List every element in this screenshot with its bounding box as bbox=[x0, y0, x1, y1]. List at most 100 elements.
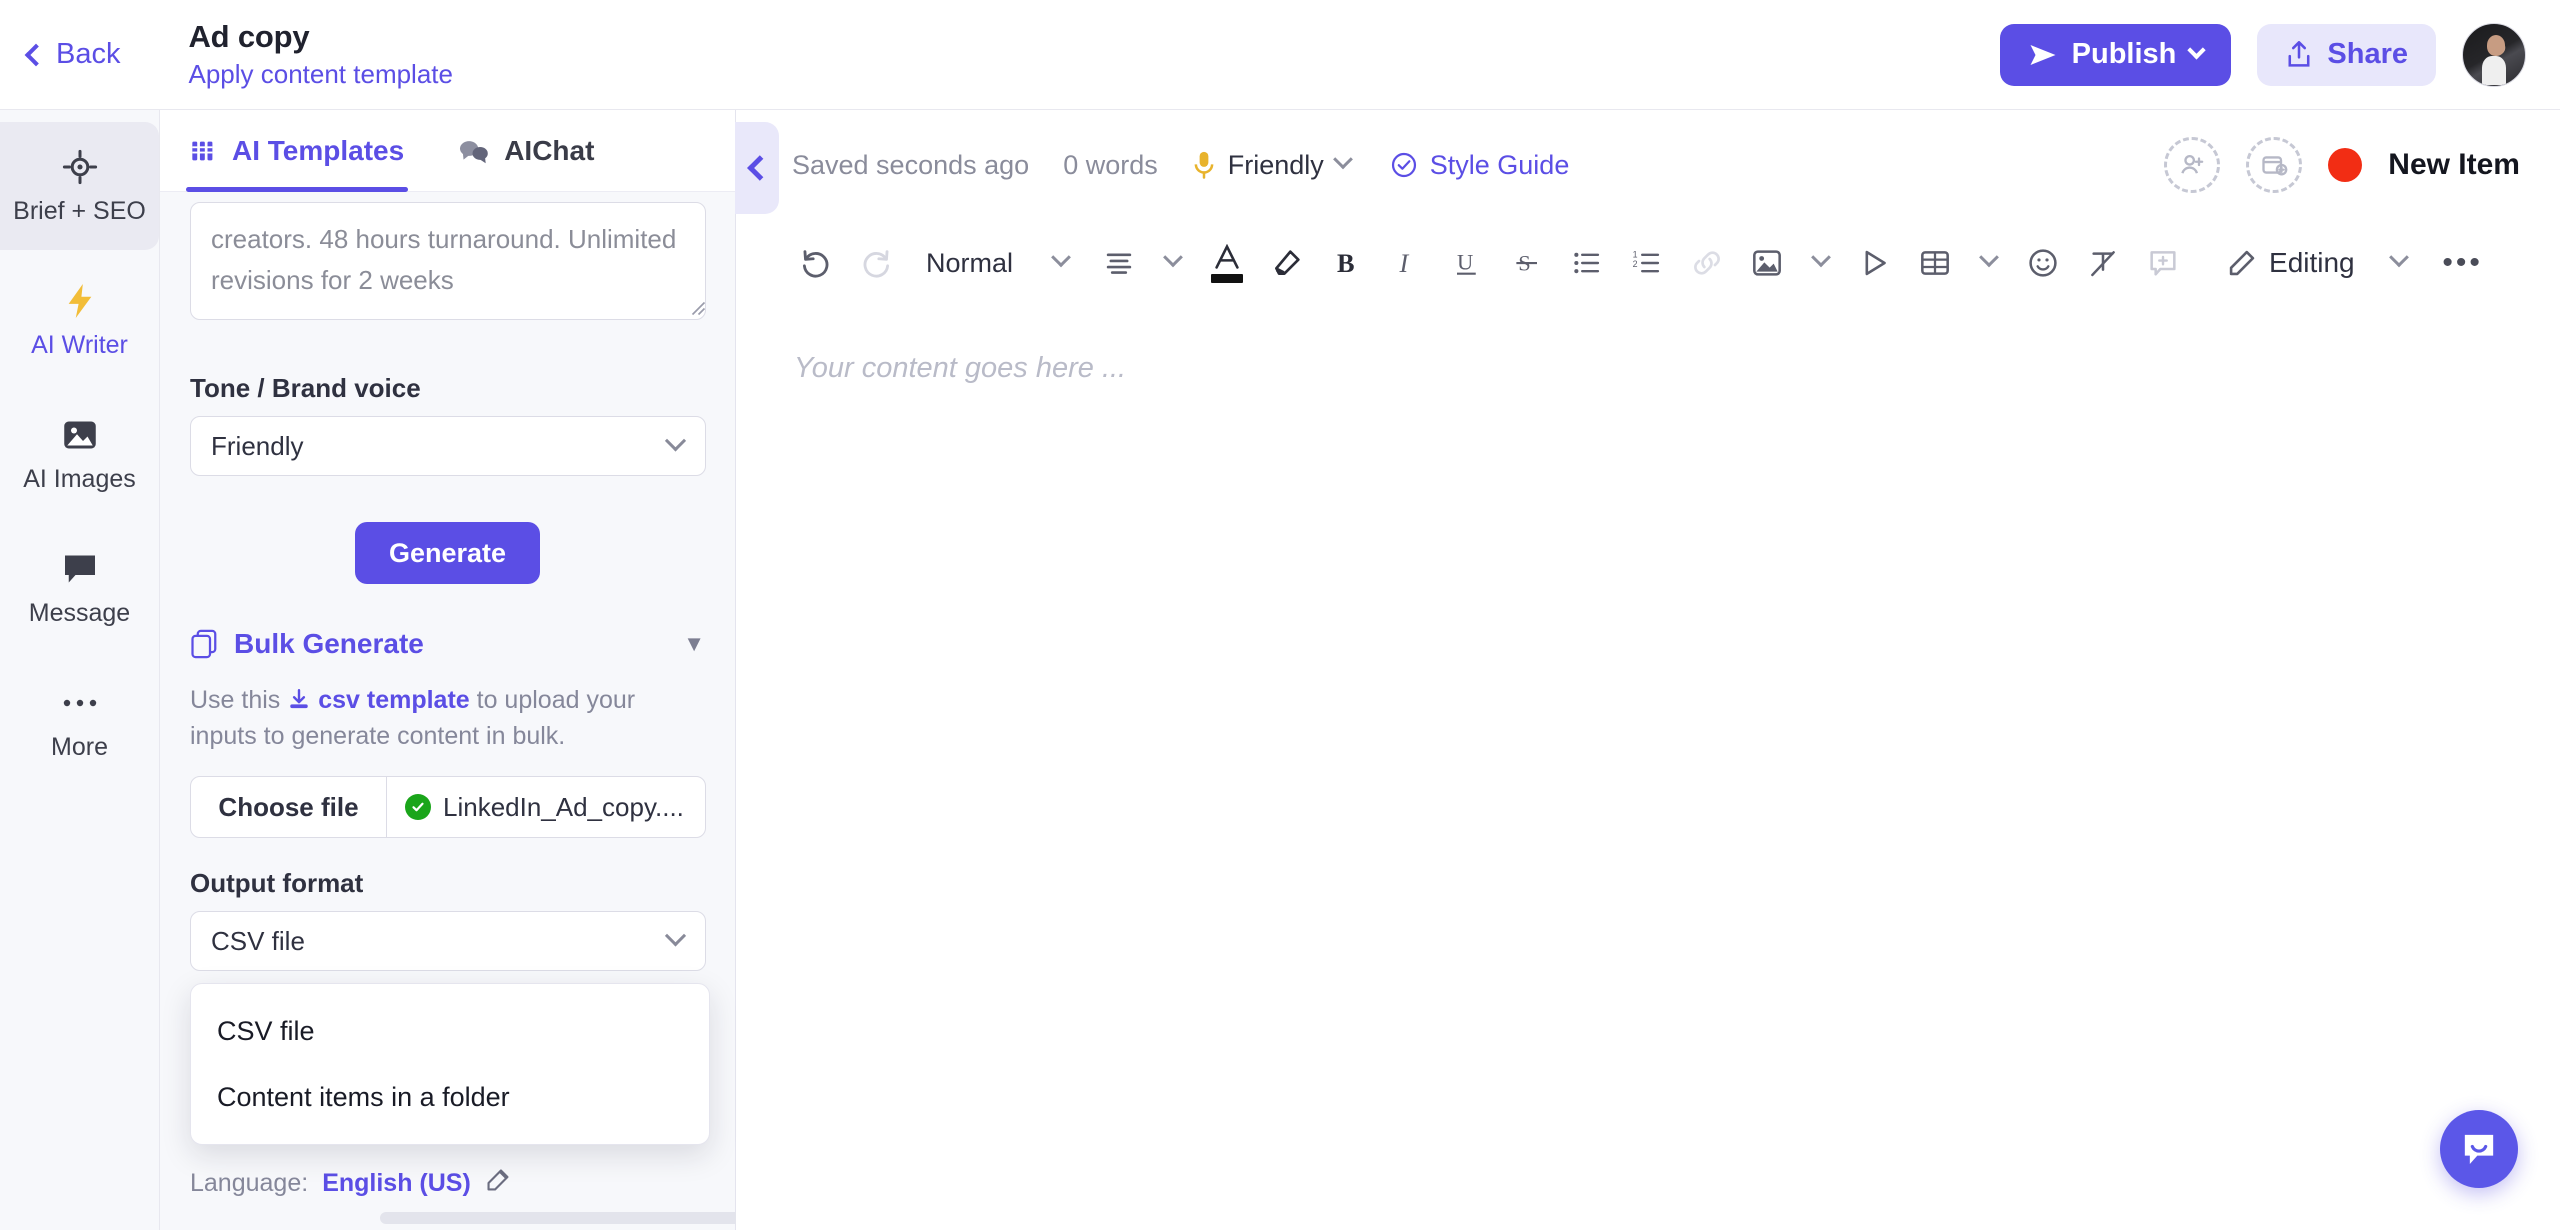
chevron-down-icon bbox=[664, 924, 687, 946]
back-label: Back bbox=[56, 38, 121, 70]
style-guide-button[interactable]: Style Guide bbox=[1390, 150, 1569, 181]
output-format-select[interactable]: CSV file bbox=[190, 911, 706, 971]
insert-image-button[interactable] bbox=[1737, 233, 1797, 293]
sidebar-item-label: More bbox=[51, 732, 108, 761]
file-name-label: LinkedIn_Ad_copy.... bbox=[443, 791, 684, 822]
bold-button[interactable]: B bbox=[1317, 233, 1377, 293]
editor-tone-selector[interactable]: Friendly bbox=[1192, 149, 1353, 181]
editing-label: Editing bbox=[2269, 247, 2355, 278]
ellipsis-icon bbox=[60, 683, 100, 723]
send-icon bbox=[2030, 44, 2056, 65]
align-chevron[interactable] bbox=[1149, 233, 1197, 293]
chevron-down-icon bbox=[2187, 41, 2207, 60]
download-icon bbox=[287, 686, 318, 714]
underline-button[interactable]: U bbox=[1437, 233, 1497, 293]
generate-row: Generate bbox=[190, 522, 705, 584]
emoji-button[interactable] bbox=[2013, 233, 2073, 293]
highlight-button[interactable] bbox=[1257, 233, 1317, 293]
dropdown-option-csv-file[interactable]: CSV file bbox=[191, 998, 709, 1064]
comment-icon bbox=[2150, 251, 2176, 276]
sidebar-item-ai-images[interactable]: AI Images bbox=[0, 390, 159, 518]
numbered-list-button[interactable]: 1 2 bbox=[1617, 233, 1677, 293]
chevron-left-icon bbox=[24, 43, 48, 66]
add-person-icon bbox=[2181, 154, 2204, 174]
table-chevron[interactable] bbox=[1965, 233, 2013, 293]
invite-collaborator-button[interactable] bbox=[2164, 137, 2221, 193]
output-format-value: CSV file bbox=[211, 925, 305, 956]
microphone-icon bbox=[1194, 151, 1214, 179]
add-comment-button[interactable] bbox=[2133, 233, 2193, 293]
bulk-help-before: Use this bbox=[190, 686, 281, 714]
redo-button[interactable] bbox=[846, 233, 906, 293]
paragraph-style-select[interactable]: Normal bbox=[906, 233, 1033, 293]
link-button[interactable] bbox=[1677, 233, 1737, 293]
sidebar-item-label: AI Writer bbox=[31, 330, 128, 359]
toolbar-more-button[interactable]: ••• bbox=[2431, 233, 2495, 293]
panel-tab-bar: AI Templates AIChat bbox=[160, 110, 779, 214]
share-button[interactable]: Share bbox=[2257, 23, 2436, 86]
schedule-button[interactable] bbox=[2246, 137, 2303, 193]
undo-button[interactable] bbox=[786, 233, 846, 293]
bullet-list-button[interactable] bbox=[1557, 233, 1617, 293]
editor-canvas[interactable]: Your content goes here ... bbox=[736, 306, 2560, 385]
tone-value: Friendly bbox=[211, 430, 304, 461]
sidebar-item-ai-writer[interactable]: AI Writer bbox=[0, 256, 159, 384]
svg-text:2: 2 bbox=[1633, 259, 1638, 269]
back-button[interactable]: Back bbox=[24, 38, 121, 71]
chevron-down-icon bbox=[1051, 247, 1071, 268]
italic-button[interactable]: I bbox=[1377, 233, 1437, 293]
edit-pencil-icon[interactable] bbox=[485, 1167, 511, 1200]
link-icon bbox=[1694, 251, 1720, 275]
svg-text:I: I bbox=[1399, 249, 1410, 278]
italic-icon: I bbox=[1399, 249, 1410, 278]
sidebar-item-message[interactable]: Message bbox=[0, 524, 159, 652]
language-value[interactable]: English (US) bbox=[322, 1169, 471, 1198]
chevron-down-icon bbox=[1163, 247, 1183, 268]
tab-ai-templates[interactable]: AI Templates bbox=[185, 110, 409, 192]
tone-label: Tone / Brand voice bbox=[190, 373, 421, 403]
table-icon bbox=[1921, 251, 1949, 275]
strikethrough-button[interactable]: S bbox=[1497, 233, 1557, 293]
bulk-generate-header[interactable]: Bulk Generate ▼ bbox=[190, 628, 705, 660]
tab-aichat[interactable]: AIChat bbox=[458, 110, 594, 192]
collapse-panel-button[interactable] bbox=[735, 122, 779, 214]
publish-label: Publish bbox=[2071, 38, 2177, 70]
formatting-toolbar: Normal B I U S 1 2 Editing ••• bbox=[736, 220, 2560, 306]
dropdown-option-content-items-folder[interactable]: Content items in a folder bbox=[191, 1064, 709, 1130]
share-label: Share bbox=[2327, 38, 2408, 70]
sidebar-item-brief-seo[interactable]: Brief + SEO bbox=[0, 122, 159, 250]
highlight-icon bbox=[1275, 250, 1300, 275]
sidebar-item-more[interactable]: More bbox=[0, 658, 159, 786]
title-block: Ad copy Apply content template bbox=[188, 19, 453, 90]
editing-mode-chevron[interactable] bbox=[2367, 233, 2431, 293]
apply-content-template-link[interactable]: Apply content template bbox=[188, 59, 453, 90]
image-chevron[interactable] bbox=[1797, 233, 1845, 293]
editing-mode-button[interactable]: Editing bbox=[2215, 247, 2367, 279]
paragraph-style-chevron[interactable] bbox=[1033, 233, 1089, 293]
publish-button[interactable]: Publish bbox=[1999, 23, 2232, 86]
csv-template-link[interactable]: csv template bbox=[318, 686, 469, 714]
svg-text:B: B bbox=[1337, 249, 1355, 278]
emoji-icon bbox=[2029, 249, 2057, 277]
undo-icon bbox=[802, 250, 829, 278]
insert-table-button[interactable] bbox=[1905, 233, 1965, 293]
resize-grip-icon[interactable] bbox=[688, 298, 706, 316]
chat-bubble-icon bbox=[60, 549, 100, 589]
prompt-textarea[interactable]: creators. 48 hours turnaround. Unlimited… bbox=[190, 202, 706, 320]
align-button[interactable] bbox=[1089, 233, 1149, 293]
text-color-button[interactable] bbox=[1197, 233, 1257, 293]
record-indicator[interactable] bbox=[2328, 148, 2363, 182]
insert-video-button[interactable] bbox=[1845, 233, 1905, 293]
redo-icon bbox=[863, 250, 890, 278]
choose-file-button[interactable]: Choose file bbox=[191, 777, 387, 837]
support-chat-button[interactable] bbox=[2440, 1110, 2518, 1188]
bulk-generate-label: Bulk Generate bbox=[234, 628, 424, 659]
new-item-label[interactable]: New Item bbox=[2388, 148, 2520, 182]
tone-select[interactable]: Friendly bbox=[190, 416, 706, 476]
clear-formatting-button[interactable] bbox=[2073, 233, 2133, 293]
generate-button[interactable]: Generate bbox=[354, 522, 541, 584]
image-icon bbox=[1753, 250, 1781, 276]
avatar[interactable] bbox=[2462, 22, 2526, 87]
content-placeholder: Your content goes here ... bbox=[794, 352, 1127, 384]
chevron-down-icon bbox=[664, 429, 687, 451]
